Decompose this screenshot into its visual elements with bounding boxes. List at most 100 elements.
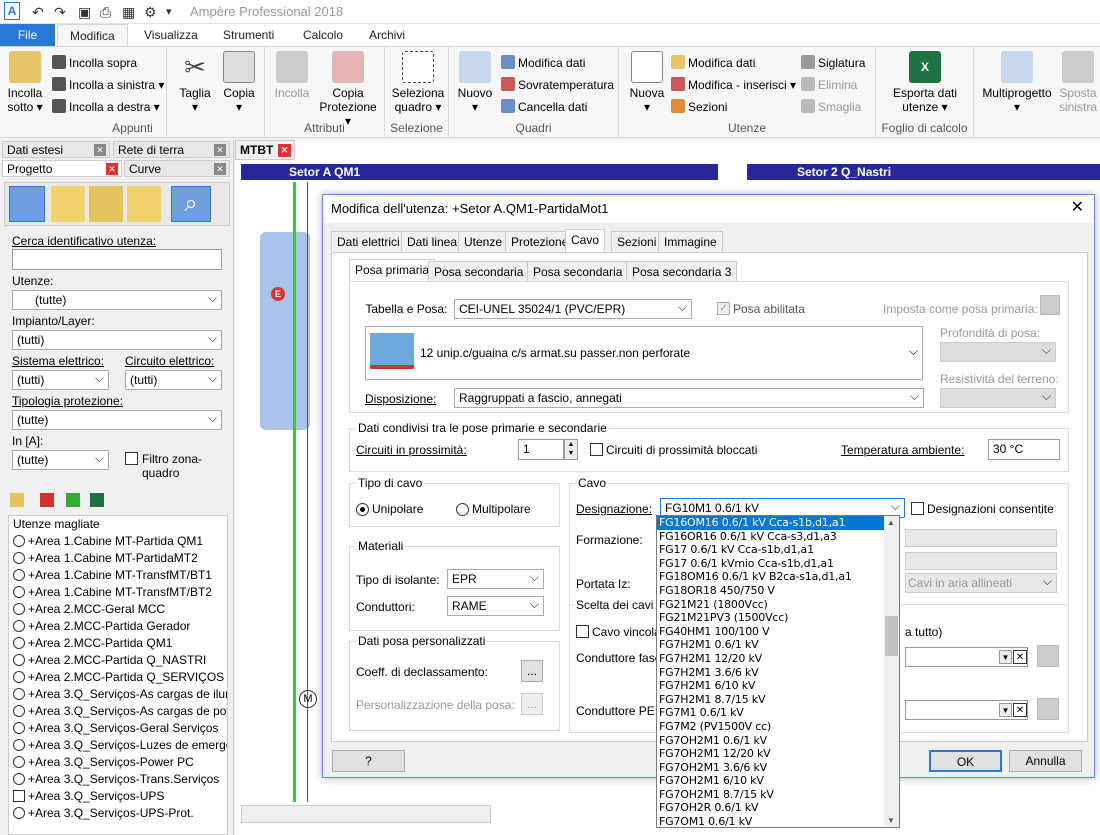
ground-icon[interactable] — [127, 186, 161, 222]
dropdown-item[interactable]: FG7OH2M1 8.7/15 kV — [657, 788, 899, 802]
redo-icon[interactable]: ↷ — [54, 3, 66, 21]
close-icon[interactable]: ✕ — [278, 144, 291, 157]
posa-select[interactable]: 12 unip.c/guaina c/s armat.su passer.non… — [365, 326, 923, 380]
modifica-inserisci-button[interactable]: Modifica - inserisci ▾ — [671, 77, 796, 93]
tree-view-icon[interactable] — [9, 186, 45, 222]
filtro-checkbox[interactable] — [125, 452, 138, 465]
cancella-dati-button[interactable]: Cancella dati — [501, 99, 587, 115]
conduttori-select[interactable]: RAME — [447, 595, 544, 616]
panels-icon[interactable] — [51, 186, 85, 222]
tab-sezioni[interactable]: Sezioni — [611, 231, 663, 251]
incolla-sopra-button[interactable]: Incolla sopra — [52, 55, 137, 71]
menu-archivi[interactable]: Archivi — [357, 24, 417, 46]
tipologia-select[interactable]: (tutte) — [12, 409, 222, 430]
sector-2-header[interactable]: Setor 2 Q_Nastri — [747, 164, 1100, 180]
smaglia-button[interactable]: Smaglia — [801, 99, 861, 115]
multipolare-radio[interactable] — [456, 503, 469, 516]
tab-progetto[interactable]: Progetto ✕ — [2, 160, 122, 177]
tree-item[interactable]: +Area 2.MCC-Partida Gerador — [9, 618, 227, 635]
dropdown-item[interactable]: FG16OM16 0.6/1 kV Cca-s1b,d1,a1 — [657, 516, 899, 530]
tab-rete-terra[interactable]: Rete di terra ✕ — [113, 141, 230, 158]
tab-dati-estesi[interactable]: Dati estesi ✕ — [2, 141, 110, 158]
dropdown-item[interactable]: FG7OH2M1 12/20 kV — [657, 747, 899, 761]
quadri-modifica-dati-button[interactable]: Modifica dati — [501, 55, 585, 71]
close-icon[interactable]: ✕ — [1071, 200, 1084, 216]
undo-icon[interactable]: ↶ — [32, 3, 44, 21]
save-icon[interactable]: ▣ — [78, 3, 91, 21]
tab-immagine[interactable]: Immagine — [658, 231, 723, 251]
incolla-destra-button[interactable]: Incolla a destra ▾ — [52, 99, 160, 115]
designazioni-consentite-checkbox[interactable] — [911, 502, 924, 515]
tree-item[interactable]: +Area 3.Q_Serviços-As cargas de pot — [9, 703, 227, 720]
scroll-thumb[interactable] — [885, 616, 898, 656]
resistivita-select[interactable] — [940, 387, 1056, 408]
users-icon[interactable] — [89, 186, 123, 222]
menu-file[interactable]: File — [0, 24, 55, 46]
tab-dati-linea[interactable]: Dati linea — [401, 231, 464, 251]
dropdown-item[interactable]: FG21M21PV3 (1500Vcc) — [657, 611, 899, 625]
scroll-up-icon[interactable]: ▲ — [887, 518, 895, 527]
taglia-button[interactable]: ✂ Taglia ▾ — [175, 51, 215, 114]
impianto-select[interactable]: (tutti) — [12, 329, 222, 350]
subtab-posa-secondaria-1[interactable]: Posa secondaria 1 — [428, 261, 540, 281]
link-icon[interactable] — [66, 493, 80, 507]
dropdown-item[interactable]: FG7H2M1 6/10 kV — [657, 679, 899, 693]
profondita-select[interactable] — [940, 341, 1056, 362]
utenze-modifica-dati-button[interactable]: Modifica dati — [671, 55, 755, 71]
pers-button[interactable]: ... — [521, 693, 543, 715]
tree-item[interactable]: +Area 2.MCC-Partida Q_NASTRI — [9, 652, 227, 669]
export-icon[interactable] — [90, 493, 104, 507]
menu-modifica[interactable]: Modifica — [57, 24, 128, 46]
close-icon[interactable]: ✕ — [214, 163, 226, 175]
subtab-posa-secondaria-3[interactable]: Posa secondaria 3 — [626, 261, 738, 281]
esporta-dati-button[interactable]: X Esporta dati utenze ▾ — [888, 51, 962, 114]
unipolare-radio[interactable] — [356, 503, 369, 516]
tree-item[interactable]: +Area 2.MCC-Geral MCC — [9, 601, 227, 618]
clear-icon[interactable]: ✕ — [1013, 703, 1027, 717]
dropdown-item[interactable]: FG7H2M1 12/20 kV — [657, 652, 899, 666]
incolla-sinistra-button[interactable]: Incolla a sinistra ▾ — [52, 77, 164, 93]
zoom-bar[interactable] — [241, 805, 491, 823]
tab-utenze[interactable]: Utenze — [458, 231, 509, 251]
tree-item[interactable]: +Area 3.Q_Serviços-Luzes de emergê — [9, 737, 227, 754]
close-icon[interactable]: ✕ — [214, 144, 226, 156]
color-icon[interactable] — [40, 493, 54, 507]
sezioni-button[interactable]: Sezioni — [671, 99, 727, 115]
dropdown-item[interactable]: FG17 0.6/1 kVmio Cca-s1b,d1,a1 — [657, 557, 899, 571]
copia-button[interactable]: Copia ▾ — [219, 51, 259, 114]
dropdown-item[interactable]: FG40HM1 100/100 V — [657, 625, 899, 639]
tree-item[interactable]: +Area 3.Q_Serviços-As cargas de ilum — [9, 686, 227, 703]
subtab-posa-secondaria-2[interactable]: Posa secondaria 2 — [527, 261, 639, 281]
tab-dati-elettrici[interactable]: Dati elettrici — [331, 231, 406, 251]
menu-calcolo[interactable]: Calcolo — [291, 24, 355, 46]
tree-item[interactable]: +Area 1.Cabine MT-TransfMT/BT1 — [9, 567, 227, 584]
utenze-select[interactable]: (tutte) — [12, 289, 222, 310]
siglatura-button[interactable]: Siglatura — [801, 55, 865, 71]
subtab-posa-primaria[interactable]: Posa primaria — [349, 259, 436, 282]
isolante-select[interactable]: EPR — [447, 568, 544, 589]
tree-item[interactable]: +Area 1.Cabine MT-Partida QM1 — [9, 533, 227, 550]
tab-cavo[interactable]: Cavo — [565, 229, 606, 252]
dropdown-item[interactable]: FG7M2 (PV1500V cc) — [657, 720, 899, 734]
dropdown-item[interactable]: FG7OH2R 0.6/1 kV — [657, 801, 899, 815]
tree-item[interactable]: +Area 2.MCC-Partida Q_SERVIÇOS — [9, 669, 227, 686]
help-button[interactable]: ? — [332, 750, 405, 772]
print-icon[interactable]: ⎙ — [100, 3, 111, 21]
nuova-utenza-button[interactable]: Nuova ▾ — [627, 51, 667, 114]
search-icon[interactable]: ⌕ — [171, 186, 211, 222]
dropdown-item[interactable]: FG7H2M1 0.6/1 kV — [657, 638, 899, 652]
disposizione-select[interactable]: Raggruppati a fascio, annegati — [454, 387, 924, 408]
dropdown-item[interactable]: FG7H2M1 8.7/15 kV — [657, 693, 899, 707]
menu-strumenti[interactable]: Strumenti — [211, 24, 286, 46]
calculator-icon[interactable]: ▦ — [122, 3, 135, 21]
clear-icon[interactable]: ✕ — [1013, 650, 1027, 664]
menu-visualizza[interactable]: Visualizza — [132, 24, 210, 46]
temperatura-input[interactable]: 30 °C — [988, 439, 1060, 460]
incolla-sotto-button[interactable]: Incolla sotto ▾ — [6, 51, 44, 114]
circuito-select[interactable]: (tutti) — [125, 369, 222, 390]
elimina-button[interactable]: Elimina — [801, 77, 857, 93]
imposta-button[interactable] — [1040, 295, 1060, 315]
tree-item[interactable]: +Area 1.Cabine MT-TransfMT/BT2 — [9, 584, 227, 601]
sovratemperatura-button[interactable]: Sovratemperatura — [501, 77, 614, 93]
customize-qat-icon[interactable]: ▾ — [166, 3, 172, 21]
